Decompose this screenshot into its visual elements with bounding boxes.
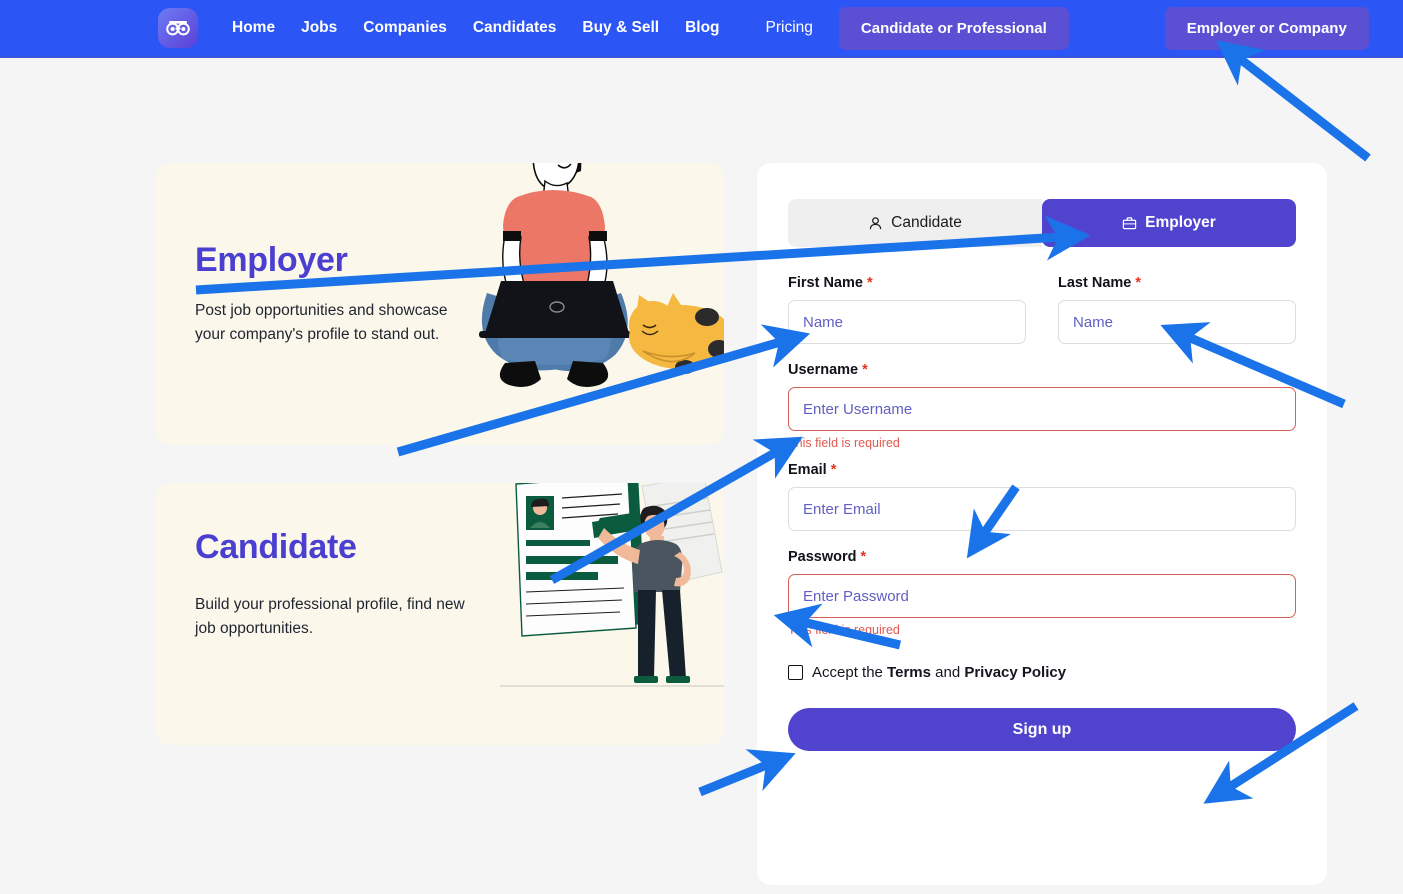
terms-row: Accept the Terms and Privacy Policy bbox=[788, 664, 1296, 681]
tab-candidate[interactable]: Candidate bbox=[788, 199, 1042, 247]
form-body: First Name * Last Name * Username * This… bbox=[788, 275, 1296, 751]
promo-text-employer: Post job opportunities and showcase your… bbox=[195, 302, 448, 344]
nav-link-candidates[interactable]: Candidates bbox=[473, 19, 557, 37]
first-name-input[interactable] bbox=[788, 300, 1026, 344]
promo-title-candidate: Candidate bbox=[195, 528, 357, 566]
name-row: First Name * Last Name * bbox=[788, 275, 1296, 344]
tab-employer-label: Employer bbox=[1145, 214, 1216, 231]
terms-link[interactable]: Terms bbox=[887, 664, 931, 681]
terms-checkbox[interactable] bbox=[788, 665, 803, 680]
nav-links: Home Jobs Companies Candidates Buy & Sel… bbox=[232, 19, 839, 37]
last-name-input[interactable] bbox=[1058, 300, 1296, 344]
top-navbar: Home Jobs Companies Candidates Buy & Sel… bbox=[0, 0, 1403, 58]
last-name-label: Last Name * bbox=[1058, 275, 1296, 291]
site-logo[interactable] bbox=[158, 8, 198, 48]
promo-text-candidate: Build your professional profile, find ne… bbox=[195, 596, 465, 638]
promo-card-employer: Employer Post job opportunities and show… bbox=[156, 163, 724, 445]
password-required-marker: * bbox=[860, 549, 867, 565]
privacy-policy-link[interactable]: Privacy Policy bbox=[964, 664, 1066, 681]
password-label-text: Password bbox=[788, 549, 857, 565]
terms-middle: and bbox=[930, 664, 965, 681]
person-with-resume-illustration bbox=[492, 483, 724, 703]
username-group: Username * This field is required bbox=[788, 362, 1296, 450]
first-name-group: First Name * bbox=[788, 275, 1026, 344]
promo-title-employer: Employer bbox=[195, 241, 348, 279]
binoculars-icon bbox=[166, 21, 190, 36]
first-name-label-text: First Name bbox=[788, 275, 863, 291]
nav-actions: Candidate or Professional Employer or Co… bbox=[838, 6, 1369, 50]
nav-link-jobs[interactable]: Jobs bbox=[301, 19, 337, 37]
tab-employer[interactable]: Employer bbox=[1042, 199, 1296, 247]
password-group: Password * This field is required bbox=[788, 549, 1296, 637]
woman-with-laptop-and-cat-illustration bbox=[439, 163, 724, 420]
password-error-message: This field is required bbox=[788, 623, 900, 637]
signup-button[interactable]: Sign up bbox=[788, 708, 1296, 751]
terms-label: Accept the Terms and Privacy Policy bbox=[812, 664, 1066, 681]
last-name-label-text: Last Name bbox=[1058, 275, 1132, 291]
signup-form-card: Candidate Employer First Name * Last N bbox=[757, 163, 1327, 885]
account-type-tabs: Candidate Employer bbox=[788, 199, 1296, 247]
email-label: Email * bbox=[788, 462, 1296, 478]
nav-link-blog[interactable]: Blog bbox=[685, 19, 719, 37]
password-label: Password * bbox=[788, 549, 1296, 565]
promo-card-candidate: Candidate Build your professional profil… bbox=[156, 483, 724, 745]
email-input[interactable] bbox=[788, 487, 1296, 531]
password-input[interactable] bbox=[788, 574, 1296, 618]
email-label-text: Email bbox=[788, 462, 827, 478]
user-icon bbox=[869, 216, 882, 229]
promo-column: Employer Post job opportunities and show… bbox=[156, 163, 724, 745]
tab-candidate-label: Candidate bbox=[891, 214, 962, 231]
nav-link-pricing[interactable]: Pricing bbox=[766, 19, 813, 37]
username-required-marker: * bbox=[862, 362, 868, 378]
last-name-required-marker: * bbox=[1135, 275, 1142, 291]
email-required-marker: * bbox=[830, 462, 837, 478]
arrow-to-employer-or-company-button bbox=[1216, 40, 1371, 162]
username-label: Username * bbox=[788, 362, 1296, 378]
nav-link-companies[interactable]: Companies bbox=[363, 19, 447, 37]
employer-or-company-button[interactable]: Employer or Company bbox=[1164, 6, 1369, 50]
username-error-message: This field is required bbox=[788, 436, 900, 450]
username-input[interactable] bbox=[788, 387, 1296, 431]
briefcase-icon bbox=[1122, 216, 1137, 229]
email-group: Email * bbox=[788, 462, 1296, 531]
nav-link-home[interactable]: Home bbox=[232, 19, 275, 37]
terms-prefix: Accept the bbox=[812, 664, 888, 681]
last-name-group: Last Name * bbox=[1058, 275, 1296, 344]
first-name-required-marker: * bbox=[866, 275, 873, 291]
candidate-or-professional-button[interactable]: Candidate or Professional bbox=[838, 6, 1069, 50]
nav-link-buy-and-sell[interactable]: Buy & Sell bbox=[582, 19, 659, 37]
username-label-text: Username bbox=[788, 362, 859, 378]
first-name-label: First Name * bbox=[788, 275, 1026, 291]
